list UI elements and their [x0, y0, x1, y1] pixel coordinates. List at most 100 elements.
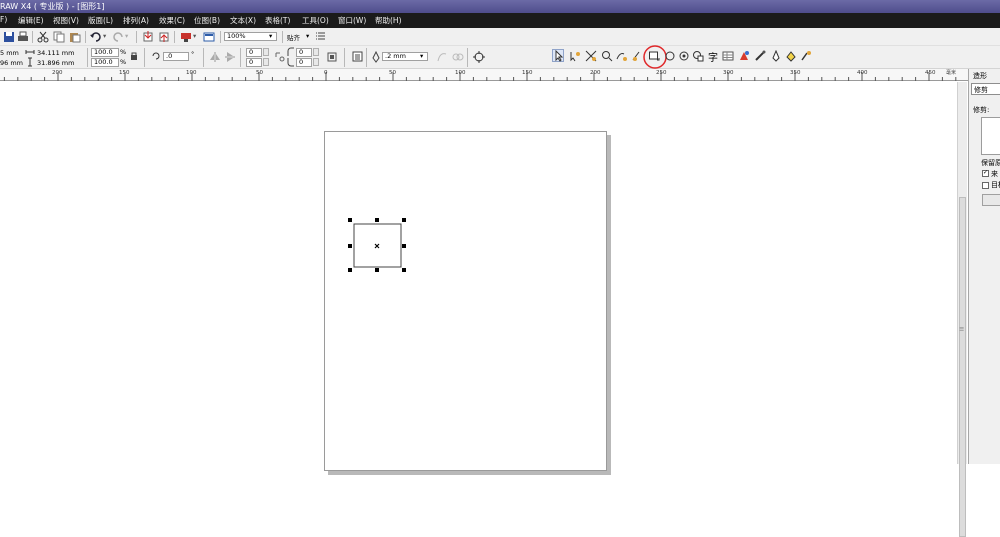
standard-toolbar: ▾ ▾ ▾ 100% ▾ 贴齐 ▾ — [0, 28, 1000, 46]
print-icon[interactable] — [17, 31, 29, 43]
intersect-icon[interactable] — [601, 50, 613, 62]
menu-edit[interactable]: 编辑(E) — [18, 15, 44, 26]
scale-x-field[interactable]: 100.0 — [91, 48, 119, 57]
export-icon[interactable] — [158, 31, 170, 43]
table-tool-icon[interactable] — [722, 50, 734, 62]
x-position-value[interactable]: 5 mm — [0, 49, 19, 57]
round-corners-together-icon[interactable] — [274, 51, 286, 63]
corner-bottom-right-field[interactable]: 0 — [296, 58, 312, 67]
zoom-level-value: 100% — [227, 32, 246, 40]
outline-pen-icon — [372, 51, 380, 63]
y-position-value[interactable]: 96 mm — [0, 59, 23, 67]
menu-table[interactable]: 表格(T) — [265, 15, 290, 26]
eyedropper-icon[interactable] — [754, 50, 766, 62]
convert-to-curves-icon[interactable] — [436, 51, 448, 63]
copy-icon[interactable] — [53, 31, 65, 43]
mirror-horizontal-icon[interactable] — [209, 51, 221, 63]
menu-help[interactable]: 帮助(H) — [375, 15, 402, 26]
lock-ratio-icon[interactable] — [129, 51, 139, 61]
shaping-docker: 造形 修剪 修剪: 保留原 ✓ 来 目标 — [968, 69, 1000, 464]
source-object-label: 来 — [991, 170, 998, 178]
shaping-type-dropdown[interactable]: 修剪 — [971, 83, 1000, 95]
target-object-checkbox[interactable] — [982, 182, 989, 189]
welcome-screen-icon[interactable] — [203, 31, 215, 43]
snap-to-button[interactable]: 贴齐 — [287, 32, 300, 42]
corner-top-left-value: 0 — [249, 48, 254, 56]
weld-icon[interactable] — [569, 50, 581, 62]
application-launcher-icon[interactable] — [180, 31, 192, 43]
import-icon[interactable] — [142, 31, 154, 43]
scrollbar-thumb[interactable] — [959, 197, 966, 537]
interactive-fill-icon[interactable] — [738, 50, 750, 62]
outline-width-dropdown-icon[interactable]: ▾ — [420, 52, 423, 60]
scale-corners-icon[interactable] — [326, 51, 338, 63]
mirror-vertical-icon[interactable] — [224, 51, 236, 63]
horizontal-ruler[interactable]: 200 150 100 50 0 50 100 150 200 250 300 … — [0, 69, 968, 81]
interactive-tools-icon[interactable] — [800, 50, 812, 62]
target-icon[interactable] — [473, 51, 485, 63]
scrollbar-grip-icon: ≡ — [959, 325, 965, 333]
snap-dropdown-icon[interactable]: ▾ — [306, 32, 309, 40]
fill-tool-icon[interactable] — [785, 50, 797, 62]
redo-dropdown-icon[interactable]: ▾ — [125, 32, 128, 40]
selection-handle-bottom — [375, 268, 379, 272]
undo-dropdown-icon[interactable]: ▾ — [103, 32, 106, 40]
corner-bottom-right-spinner[interactable] — [313, 58, 319, 66]
polygon-tool-icon[interactable] — [678, 50, 690, 62]
cut-icon[interactable] — [37, 31, 49, 43]
ruler-label: 50 — [256, 70, 263, 76]
menu-text[interactable]: 文本(X) — [230, 15, 256, 26]
redo-icon[interactable] — [112, 31, 124, 43]
corner-top-right-icon — [287, 47, 294, 56]
options-icon[interactable] — [315, 31, 327, 43]
rotation-angle-field[interactable]: .0 — [163, 52, 189, 61]
width-value[interactable]: 34.111 mm — [37, 49, 74, 57]
zoom-dropdown-icon[interactable]: ▾ — [269, 32, 272, 40]
vertical-scrollbar[interactable]: ≡ — [957, 82, 967, 537]
paste-icon[interactable] — [69, 31, 81, 43]
break-apart-icon[interactable] — [452, 51, 464, 63]
corner-bottom-left-field[interactable]: 0 — [246, 58, 262, 67]
ellipse-tool-icon[interactable] — [664, 50, 676, 62]
menu-window[interactable]: 窗口(W) — [338, 15, 366, 26]
front-minus-back-icon[interactable] — [616, 50, 628, 62]
corner-top-right-value: 0 — [299, 48, 304, 56]
outline-width-value: .2 mm — [385, 52, 406, 60]
document-page[interactable] — [324, 131, 607, 471]
apply-button[interactable] — [982, 194, 1000, 206]
wrap-text-icon[interactable] — [352, 51, 364, 63]
launcher-dropdown-icon[interactable]: ▾ — [193, 32, 196, 40]
menu-layout[interactable]: 版面(L) — [88, 15, 113, 26]
window-title: RAW X4 ( 专业版 ) - [图形1] — [0, 2, 105, 11]
height-value[interactable]: 31.896 mm — [37, 59, 74, 67]
menu-tools[interactable]: 工具(O) — [302, 15, 329, 26]
selection-handle-top — [375, 218, 379, 222]
ruler-label: 200 — [590, 70, 601, 76]
property-bar: 5 mm 96 mm 34.111 mm 31.896 mm 100.0 100… — [0, 45, 1000, 69]
docker-tab-title[interactable]: 造形 — [973, 71, 987, 81]
corner-bottom-left-spinner[interactable] — [263, 58, 269, 66]
basic-shapes-icon[interactable] — [692, 50, 704, 62]
undo-icon[interactable] — [90, 31, 102, 43]
menu-bitmaps[interactable]: 位图(B) — [194, 15, 220, 26]
menu-arrange[interactable]: 排列(A) — [123, 15, 149, 26]
menu-view[interactable]: 视图(V) — [53, 15, 79, 26]
corner-top-left-spinner[interactable] — [263, 48, 269, 56]
selection-handle-top-right — [402, 218, 406, 222]
selected-rectangle[interactable] — [344, 214, 410, 276]
ruler-label: 0 — [324, 70, 328, 76]
source-object-checkbox[interactable]: ✓ — [982, 169, 989, 177]
outline-tool-icon[interactable] — [770, 50, 782, 62]
corner-top-right-spinner[interactable] — [313, 48, 319, 56]
scale-y-field[interactable]: 100.0 — [91, 58, 119, 67]
rotation-angle-value: .0 — [166, 52, 173, 60]
ruler-label: 450 — [925, 70, 936, 76]
corner-top-right-field[interactable]: 0 — [296, 48, 312, 57]
trim-icon[interactable] — [585, 50, 597, 62]
save-icon[interactable] — [3, 31, 15, 43]
menu-effects[interactable]: 效果(C) — [159, 15, 185, 26]
shaping-type-value: 修剪 — [974, 86, 988, 94]
menu-file[interactable]: F) — [0, 15, 7, 24]
corner-top-left-field[interactable]: 0 — [246, 48, 262, 57]
text-tool-icon[interactable]: 字 — [708, 49, 718, 64]
